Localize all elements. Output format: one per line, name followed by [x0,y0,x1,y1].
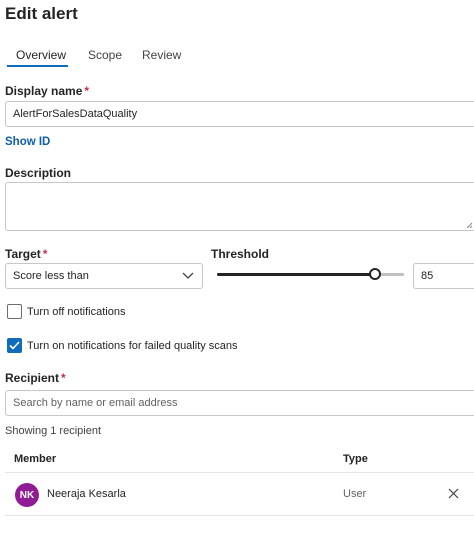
threshold-input[interactable]: 85 [413,263,474,289]
display-name-input[interactable]: AlertForSalesDataQuality [5,101,474,127]
close-icon[interactable] [448,488,459,499]
threshold-slider-thumb[interactable] [369,268,381,280]
required-mark: * [84,84,90,98]
recipient-count: Showing 1 recipient [5,425,102,437]
column-header-member: Member [14,453,57,465]
display-name-value: AlertForSalesDataQuality [13,108,138,120]
table-row: NK Neeraja Kesarla User [5,473,474,515]
target-label-text: Target [5,247,41,261]
chevron-down-icon [182,272,194,279]
active-tab-indicator [7,65,68,67]
failed-scans-notifications-label: Turn on notifications for failed quality… [27,340,238,352]
column-header-type: Type [343,453,368,465]
tab-review[interactable]: Review [142,48,181,62]
page-title: Edit alert [5,4,78,23]
threshold-value: 85 [421,270,434,282]
show-id-link[interactable]: Show ID [5,136,50,148]
description-textarea[interactable] [5,182,474,231]
member-name: Neeraja Kesarla [47,488,126,500]
display-name-label: Display name * [5,84,89,98]
checkmark-icon [9,341,20,350]
tab-scope[interactable]: Scope [88,48,122,62]
recipient-label-text: Recipient [5,371,60,385]
display-name-label-text: Display name [5,84,83,98]
table-row-divider [5,515,474,516]
required-mark: * [42,247,48,261]
turn-off-notifications-checkbox[interactable] [7,304,22,319]
tab-overview[interactable]: Overview [16,48,66,62]
recipient-label: Recipient * [5,371,66,385]
threshold-slider-fill [217,273,375,276]
recipient-search-placeholder: Search by name or email address [13,397,178,409]
target-label: Target * [5,247,47,261]
threshold-label: Threshold [211,247,270,261]
required-mark: * [61,371,66,385]
target-dropdown[interactable]: Score less than [5,263,203,289]
member-type: User [343,488,367,500]
turn-off-notifications-label: Turn off notifications [27,306,126,318]
description-label: Description [5,166,72,180]
avatar: NK [15,483,39,507]
recipient-search-input[interactable]: Search by name or email address [5,390,474,416]
resize-handle-icon[interactable] [466,222,473,229]
target-selected-value: Score less than [13,270,89,282]
failed-scans-notifications-checkbox[interactable] [7,338,22,353]
